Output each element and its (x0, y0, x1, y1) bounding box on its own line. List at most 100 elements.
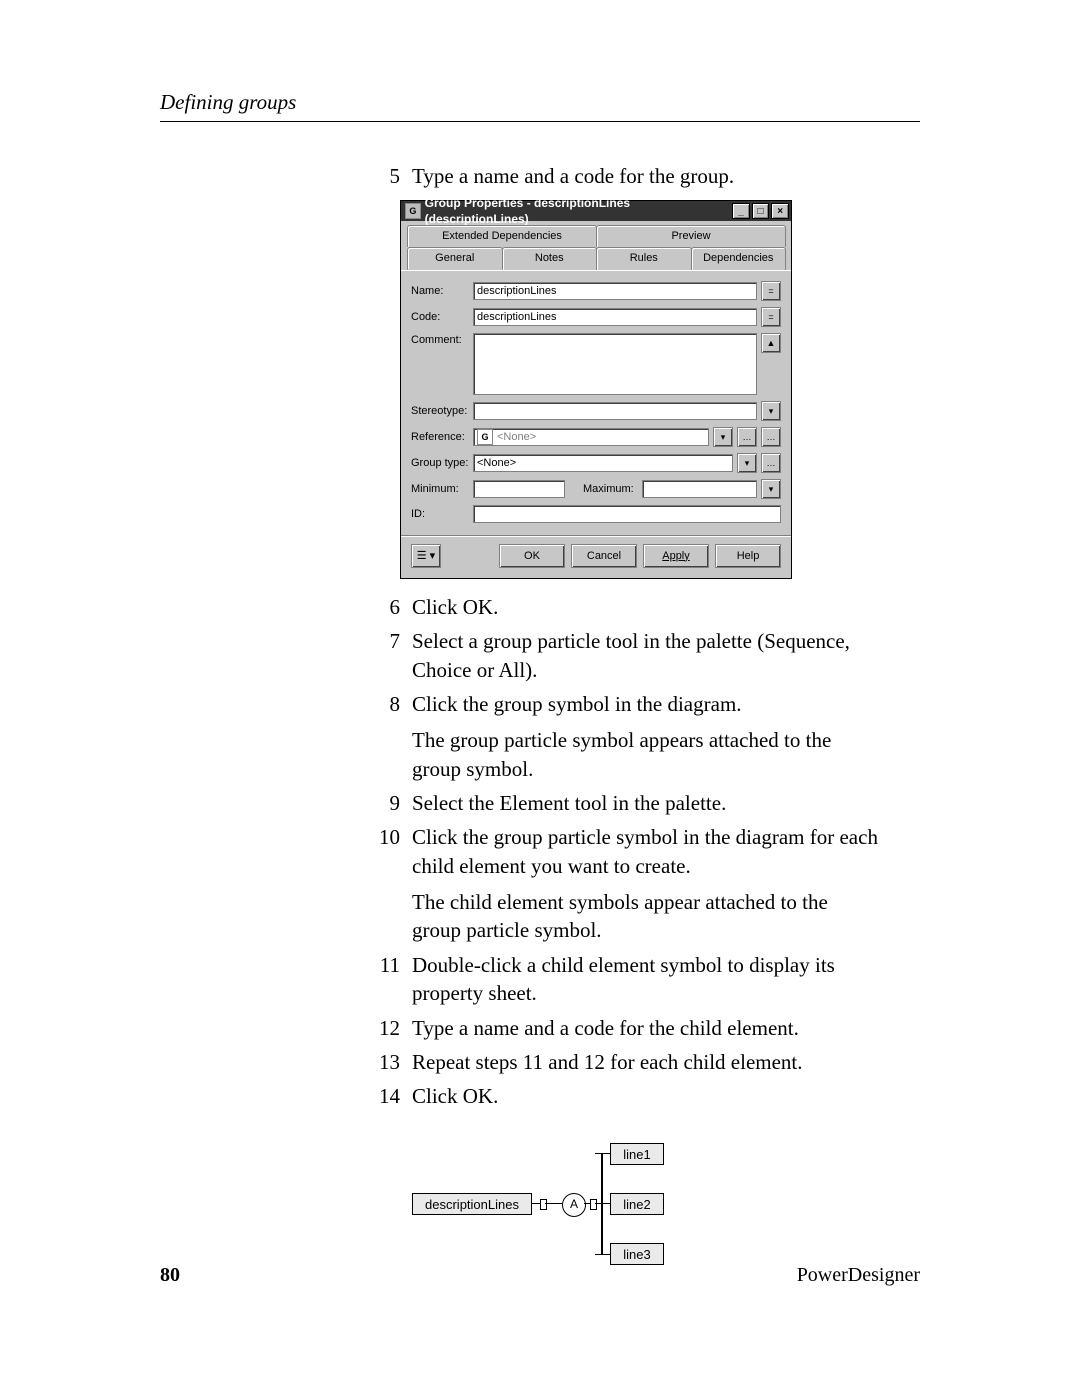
label-reference: Reference: (411, 430, 473, 445)
step-text: Type a name and a code for the child ele… (412, 1014, 880, 1042)
connector-handle (590, 1199, 597, 1210)
lock-icon: = (768, 311, 773, 323)
tab-dependencies[interactable]: Dependencies (691, 247, 787, 270)
tab-general[interactable]: General (407, 247, 503, 270)
step-14: 14 Click OK. (360, 1082, 880, 1110)
step-number: 6 (360, 593, 412, 621)
label-minimum: Minimum: (411, 482, 473, 497)
step-text: Click the group particle symbol in the d… (412, 823, 880, 944)
props-icon: … (767, 431, 776, 443)
step-followup: The group particle symbol appears attach… (412, 726, 880, 783)
close-button[interactable]: × (771, 203, 789, 219)
step-number: 12 (360, 1014, 412, 1042)
step-text: Select a group particle tool in the pale… (412, 627, 880, 684)
product-name: PowerDesigner (797, 1264, 920, 1287)
step-text: Double-click a child element symbol to d… (412, 951, 880, 1008)
stereotype-drop-button[interactable]: ▾ (761, 401, 781, 421)
connector (532, 1203, 540, 1205)
minimize-button[interactable]: _ (732, 203, 750, 219)
step-number: 10 (360, 823, 412, 944)
comment-field[interactable] (473, 333, 757, 395)
all-particle-node: A (562, 1193, 586, 1217)
tab-rules[interactable]: Rules (596, 247, 692, 270)
maximize-button[interactable]: □ (752, 203, 770, 219)
chevron-down-icon: ▾ (745, 457, 750, 469)
label-maximum: Maximum: (583, 482, 634, 497)
connector (545, 1203, 562, 1205)
step-12: 12 Type a name and a code for the child … (360, 1014, 880, 1042)
help-button[interactable]: Help (715, 544, 781, 568)
group-type-drop-button[interactable]: ▾ (737, 453, 757, 473)
browse-icon: … (743, 431, 752, 443)
step-text: Click OK. (412, 593, 880, 621)
connector (595, 1203, 610, 1205)
step-text: Select the Element tool in the palette. (412, 789, 880, 817)
page-number: 80 (160, 1264, 180, 1287)
step-followup: The child element symbols appear attache… (412, 888, 880, 945)
connector (595, 1254, 610, 1256)
chevron-down-icon: ▾ (769, 483, 774, 495)
label-group-type: Group type: (411, 456, 473, 471)
connector (595, 1153, 610, 1155)
label-comment: Comment: (411, 333, 473, 348)
stereotype-field[interactable] (473, 402, 757, 420)
chevron-down-icon: ▾ (769, 405, 774, 417)
apply-button[interactable]: Apply (643, 544, 709, 568)
dialog-footer: ☰ ▾ OK Cancel Apply Help (401, 535, 791, 578)
ok-button[interactable]: OK (499, 544, 565, 568)
minimum-field[interactable] (473, 480, 565, 498)
step-text: Click OK. (412, 1082, 880, 1110)
section-title: Defining groups (160, 90, 920, 122)
name-eq-button[interactable]: = (761, 281, 781, 301)
step-text: Type a name and a code for the group. (412, 162, 880, 190)
reference-drop-button[interactable]: ▾ (713, 427, 733, 447)
step-text: Click the group symbol in the diagram. T… (412, 690, 880, 783)
group-type-field[interactable]: <None> (473, 454, 733, 472)
code-lock-button[interactable]: = (761, 307, 781, 327)
id-field[interactable] (473, 505, 781, 523)
dialog-menu-button[interactable]: ☰ ▾ (411, 544, 441, 568)
connector-handle (540, 1199, 547, 1210)
step-number: 7 (360, 627, 412, 684)
step-13: 13 Repeat steps 11 and 12 for each child… (360, 1048, 880, 1076)
dialog-titlebar[interactable]: G Group Properties - descriptionLines (d… (401, 201, 791, 221)
child-node-2: line2 (610, 1193, 664, 1215)
step-7: 7 Select a group particle tool in the pa… (360, 627, 880, 684)
chevron-down-icon: ▾ (721, 431, 726, 443)
code-field[interactable]: descriptionLines (473, 308, 757, 326)
reference-props-button[interactable]: … (761, 427, 781, 447)
group-diagram: descriptionLines A line1 line2 line3 (412, 1131, 672, 1281)
name-field[interactable]: descriptionLines (473, 282, 757, 300)
step-number: 13 (360, 1048, 412, 1076)
group-type-props-button[interactable]: … (761, 453, 781, 473)
step-8: 8 Click the group symbol in the diagram.… (360, 690, 880, 783)
group-properties-dialog: G Group Properties - descriptionLines (d… (400, 200, 792, 579)
maximum-field[interactable] (642, 480, 757, 498)
tab-extended-dependencies[interactable]: Extended Dependencies (407, 225, 597, 247)
group-node: descriptionLines (412, 1193, 532, 1215)
step-number: 5 (360, 162, 412, 190)
step-text: Repeat steps 11 and 12 for each child el… (412, 1048, 880, 1076)
dialog-body: Name: descriptionLines = Code: descripti… (401, 270, 791, 535)
props-icon: … (767, 457, 776, 469)
step-5: 5 Type a name and a code for the group. (360, 162, 880, 190)
comment-scroll-up[interactable]: ▲ (761, 333, 781, 353)
menu-icon: ☰ ▾ (417, 549, 435, 564)
step-9: 9 Select the Element tool in the palette… (360, 789, 880, 817)
reference-browse-button[interactable]: … (737, 427, 757, 447)
tab-notes[interactable]: Notes (502, 247, 598, 270)
tab-preview[interactable]: Preview (596, 225, 786, 247)
page-footer: 80 PowerDesigner (160, 1264, 920, 1287)
step-number: 11 (360, 951, 412, 1008)
reference-field[interactable]: G <None> (473, 428, 709, 446)
cancel-button[interactable]: Cancel (571, 544, 637, 568)
step-list: 5 Type a name and a code for the group. … (360, 162, 880, 1281)
label-id: ID: (411, 507, 473, 522)
maximum-drop-button[interactable]: ▾ (761, 479, 781, 499)
step-number: 9 (360, 789, 412, 817)
step-10: 10 Click the group particle symbol in th… (360, 823, 880, 944)
step-6: 6 Click OK. (360, 593, 880, 621)
title-icon: G (405, 203, 421, 219)
step-number: 8 (360, 690, 412, 783)
child-node-1: line1 (610, 1143, 664, 1165)
